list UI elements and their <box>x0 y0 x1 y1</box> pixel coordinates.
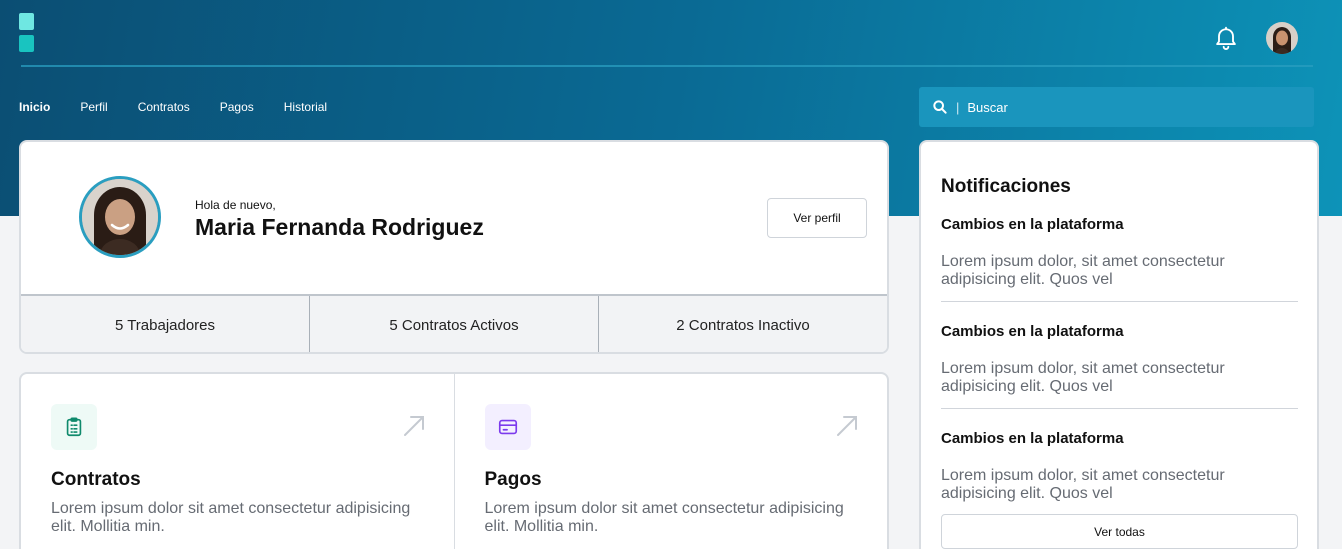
nav-item-contratos[interactable]: Contratos <box>138 100 190 114</box>
logo-block-top <box>19 13 34 30</box>
search-separator: | <box>956 99 960 115</box>
nav-item-historial[interactable]: Historial <box>284 100 327 114</box>
greeting-text: Hola de nuevo, <box>195 198 276 212</box>
notifications-title: Notificaciones <box>941 176 1071 197</box>
nav-item-pagos[interactable]: Pagos <box>220 100 254 114</box>
stats-bar: 5 Trabajadores 5 Contratos Activos 2 Con… <box>21 294 887 352</box>
view-all-button[interactable]: Ver todas <box>941 514 1298 549</box>
notifications-panel: Notificaciones Cambios en la plataforma … <box>919 140 1319 549</box>
notification-title: Cambios en la plataforma <box>941 216 1124 233</box>
divider <box>941 408 1298 409</box>
bell-icon[interactable] <box>1212 24 1240 52</box>
notification-item[interactable]: Cambios en la plataforma Lorem ipsum dol… <box>941 430 1298 503</box>
app-logo[interactable] <box>19 13 34 52</box>
user-full-name: Maria Fernanda Rodriguez <box>195 214 484 240</box>
notification-text: Lorem ipsum dolor, sit amet consectetur … <box>941 467 1225 502</box>
search-icon <box>933 100 947 114</box>
notification-text: Lorem ipsum dolor, sit amet consectetur … <box>941 360 1225 395</box>
arrow-up-right-icon[interactable] <box>402 414 426 438</box>
notification-text: Lorem ipsum dolor, sit amet consectetur … <box>941 253 1225 288</box>
card-description: Lorem ipsum dolor sit amet consectetur a… <box>484 500 844 535</box>
notification-title: Cambios en la plataforma <box>941 323 1124 340</box>
profile-card: Hola de nuevo, Maria Fernanda Rodriguez … <box>19 140 889 354</box>
search-input[interactable] <box>967 99 1268 115</box>
header-divider <box>21 65 1313 67</box>
view-profile-button[interactable]: Ver perfil <box>767 198 867 238</box>
user-avatar[interactable] <box>1266 22 1298 54</box>
card-title: Contratos <box>51 469 141 490</box>
nav-item-perfil[interactable]: Perfil <box>80 100 107 114</box>
stat-active-contracts: 5 Contratos Activos <box>309 296 598 352</box>
notification-item[interactable]: Cambios en la plataforma Lorem ipsum dol… <box>941 323 1298 409</box>
card-pagos[interactable]: Pagos Lorem ipsum dolor sit amet consect… <box>453 374 888 549</box>
logo-block-bottom <box>19 35 34 52</box>
stat-workers: 5 Trabajadores <box>114 316 216 334</box>
nav-item-inicio[interactable]: Inicio <box>19 100 50 114</box>
card-title: Pagos <box>484 469 542 490</box>
card-contratos[interactable]: Contratos Lorem ipsum dolor sit amet con… <box>21 374 454 549</box>
main-nav: Inicio Perfil Contratos Pagos Historial <box>19 100 327 114</box>
divider <box>941 301 1298 302</box>
quick-links: Contratos Lorem ipsum dolor sit amet con… <box>19 372 889 549</box>
card-description: Lorem ipsum dolor sit amet consectetur a… <box>51 500 411 535</box>
stat-inactive-contracts: 2 Contratos Inactivo <box>598 296 887 352</box>
credit-card-icon <box>484 404 531 450</box>
profile-photo <box>79 176 161 258</box>
arrow-up-right-icon[interactable] <box>835 414 859 438</box>
clipboard-icon <box>51 404 97 450</box>
notification-title: Cambios en la plataforma <box>941 430 1124 447</box>
search-bar[interactable]: | <box>919 87 1314 127</box>
notification-item[interactable]: Cambios en la plataforma Lorem ipsum dol… <box>941 216 1298 302</box>
